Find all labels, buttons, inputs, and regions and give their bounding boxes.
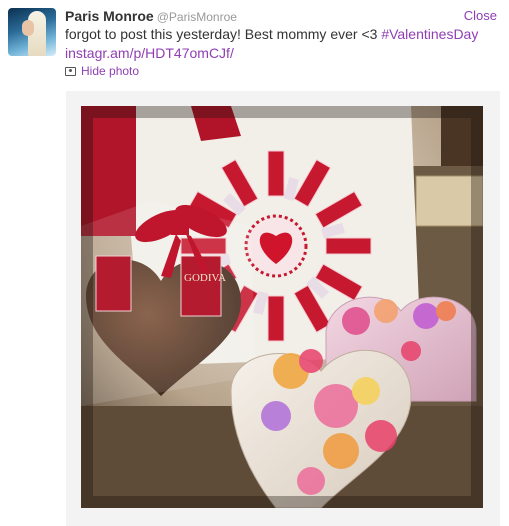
author-name[interactable]: Paris Monroe (65, 8, 154, 24)
tweet-photo[interactable]: GODIVA (81, 106, 483, 508)
tweet-text: forgot to post this yesterday! Best momm… (65, 25, 495, 63)
hide-photo-link[interactable]: Hide photo (65, 64, 139, 78)
tweet-body: forgot to post this yesterday! Best momm… (65, 26, 382, 42)
hide-photo-label: Hide photo (81, 64, 140, 78)
avatar-face (22, 20, 34, 36)
photo-icon (65, 66, 76, 76)
close-link[interactable]: Close (464, 8, 497, 23)
avatar[interactable] (8, 8, 56, 56)
tweet-header: Paris Monroe @ParisMonroe Close (65, 8, 501, 26)
instagram-link[interactable]: instagr.am/p/HDT47omCJf/ (65, 45, 234, 61)
godiva-label: GODIVA (184, 272, 226, 284)
photo-illustration: GODIVA (81, 106, 483, 508)
hashtag-link[interactable]: #ValentinesDay (381, 26, 478, 42)
author-handle[interactable]: @ParisMonroe (157, 10, 237, 24)
